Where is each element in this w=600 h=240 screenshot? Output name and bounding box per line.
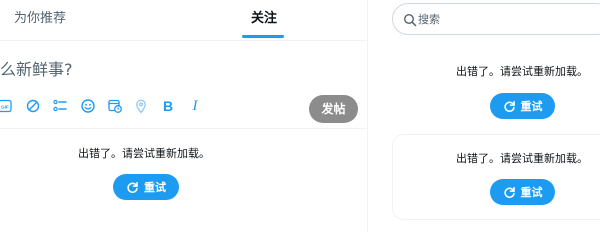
post-button[interactable]: 发帖	[309, 95, 358, 123]
schedule-icon[interactable]	[106, 97, 124, 115]
refresh-icon	[126, 181, 139, 194]
no-entry-icon[interactable]	[24, 97, 42, 115]
sidebar-retry-button-2[interactable]: 重试	[490, 179, 555, 205]
italic-icon[interactable]: I	[186, 97, 204, 115]
search-input[interactable]	[418, 10, 598, 28]
sidebar-card	[392, 134, 600, 220]
bold-icon[interactable]: B	[159, 97, 177, 115]
tab-for-you[interactable]: 为你推荐	[0, 0, 80, 40]
gif-label: GIF	[1, 104, 9, 109]
refresh-icon	[503, 100, 516, 113]
sidebar-error-message-1: 出错了。请尝试重新加载。	[456, 65, 588, 78]
gif-icon[interactable]: GIF	[0, 97, 14, 115]
retry-label: 重试	[520, 100, 543, 113]
list-icon[interactable]	[51, 97, 69, 115]
compose-divider	[0, 128, 368, 129]
feed-retry-button[interactable]: 重试	[113, 174, 179, 200]
main-column: 为你推荐 关注 么新鲜事? GIF B I 发帖 出错了。请尝试重新加载。 重试	[0, 0, 368, 232]
retry-label: 重试	[144, 181, 166, 194]
feed-error-message: 出错了。请尝试重新加载。	[78, 147, 210, 160]
timeline-tabs: 为你推荐 关注	[0, 0, 368, 41]
active-tab-indicator	[242, 35, 284, 38]
retry-label: 重试	[520, 186, 543, 199]
location-icon[interactable]	[132, 97, 150, 115]
tab-following[interactable]: 关注	[220, 0, 308, 40]
search-icon	[403, 12, 417, 27]
compose-input[interactable]: 么新鲜事?	[0, 56, 73, 80]
search-bar[interactable]	[392, 3, 600, 35]
sidebar-retry-button-1[interactable]: 重试	[490, 93, 555, 119]
refresh-icon	[503, 186, 516, 199]
sidebar-error-message-2: 出错了。请尝试重新加载。	[456, 152, 588, 165]
emoji-icon[interactable]	[79, 97, 97, 115]
